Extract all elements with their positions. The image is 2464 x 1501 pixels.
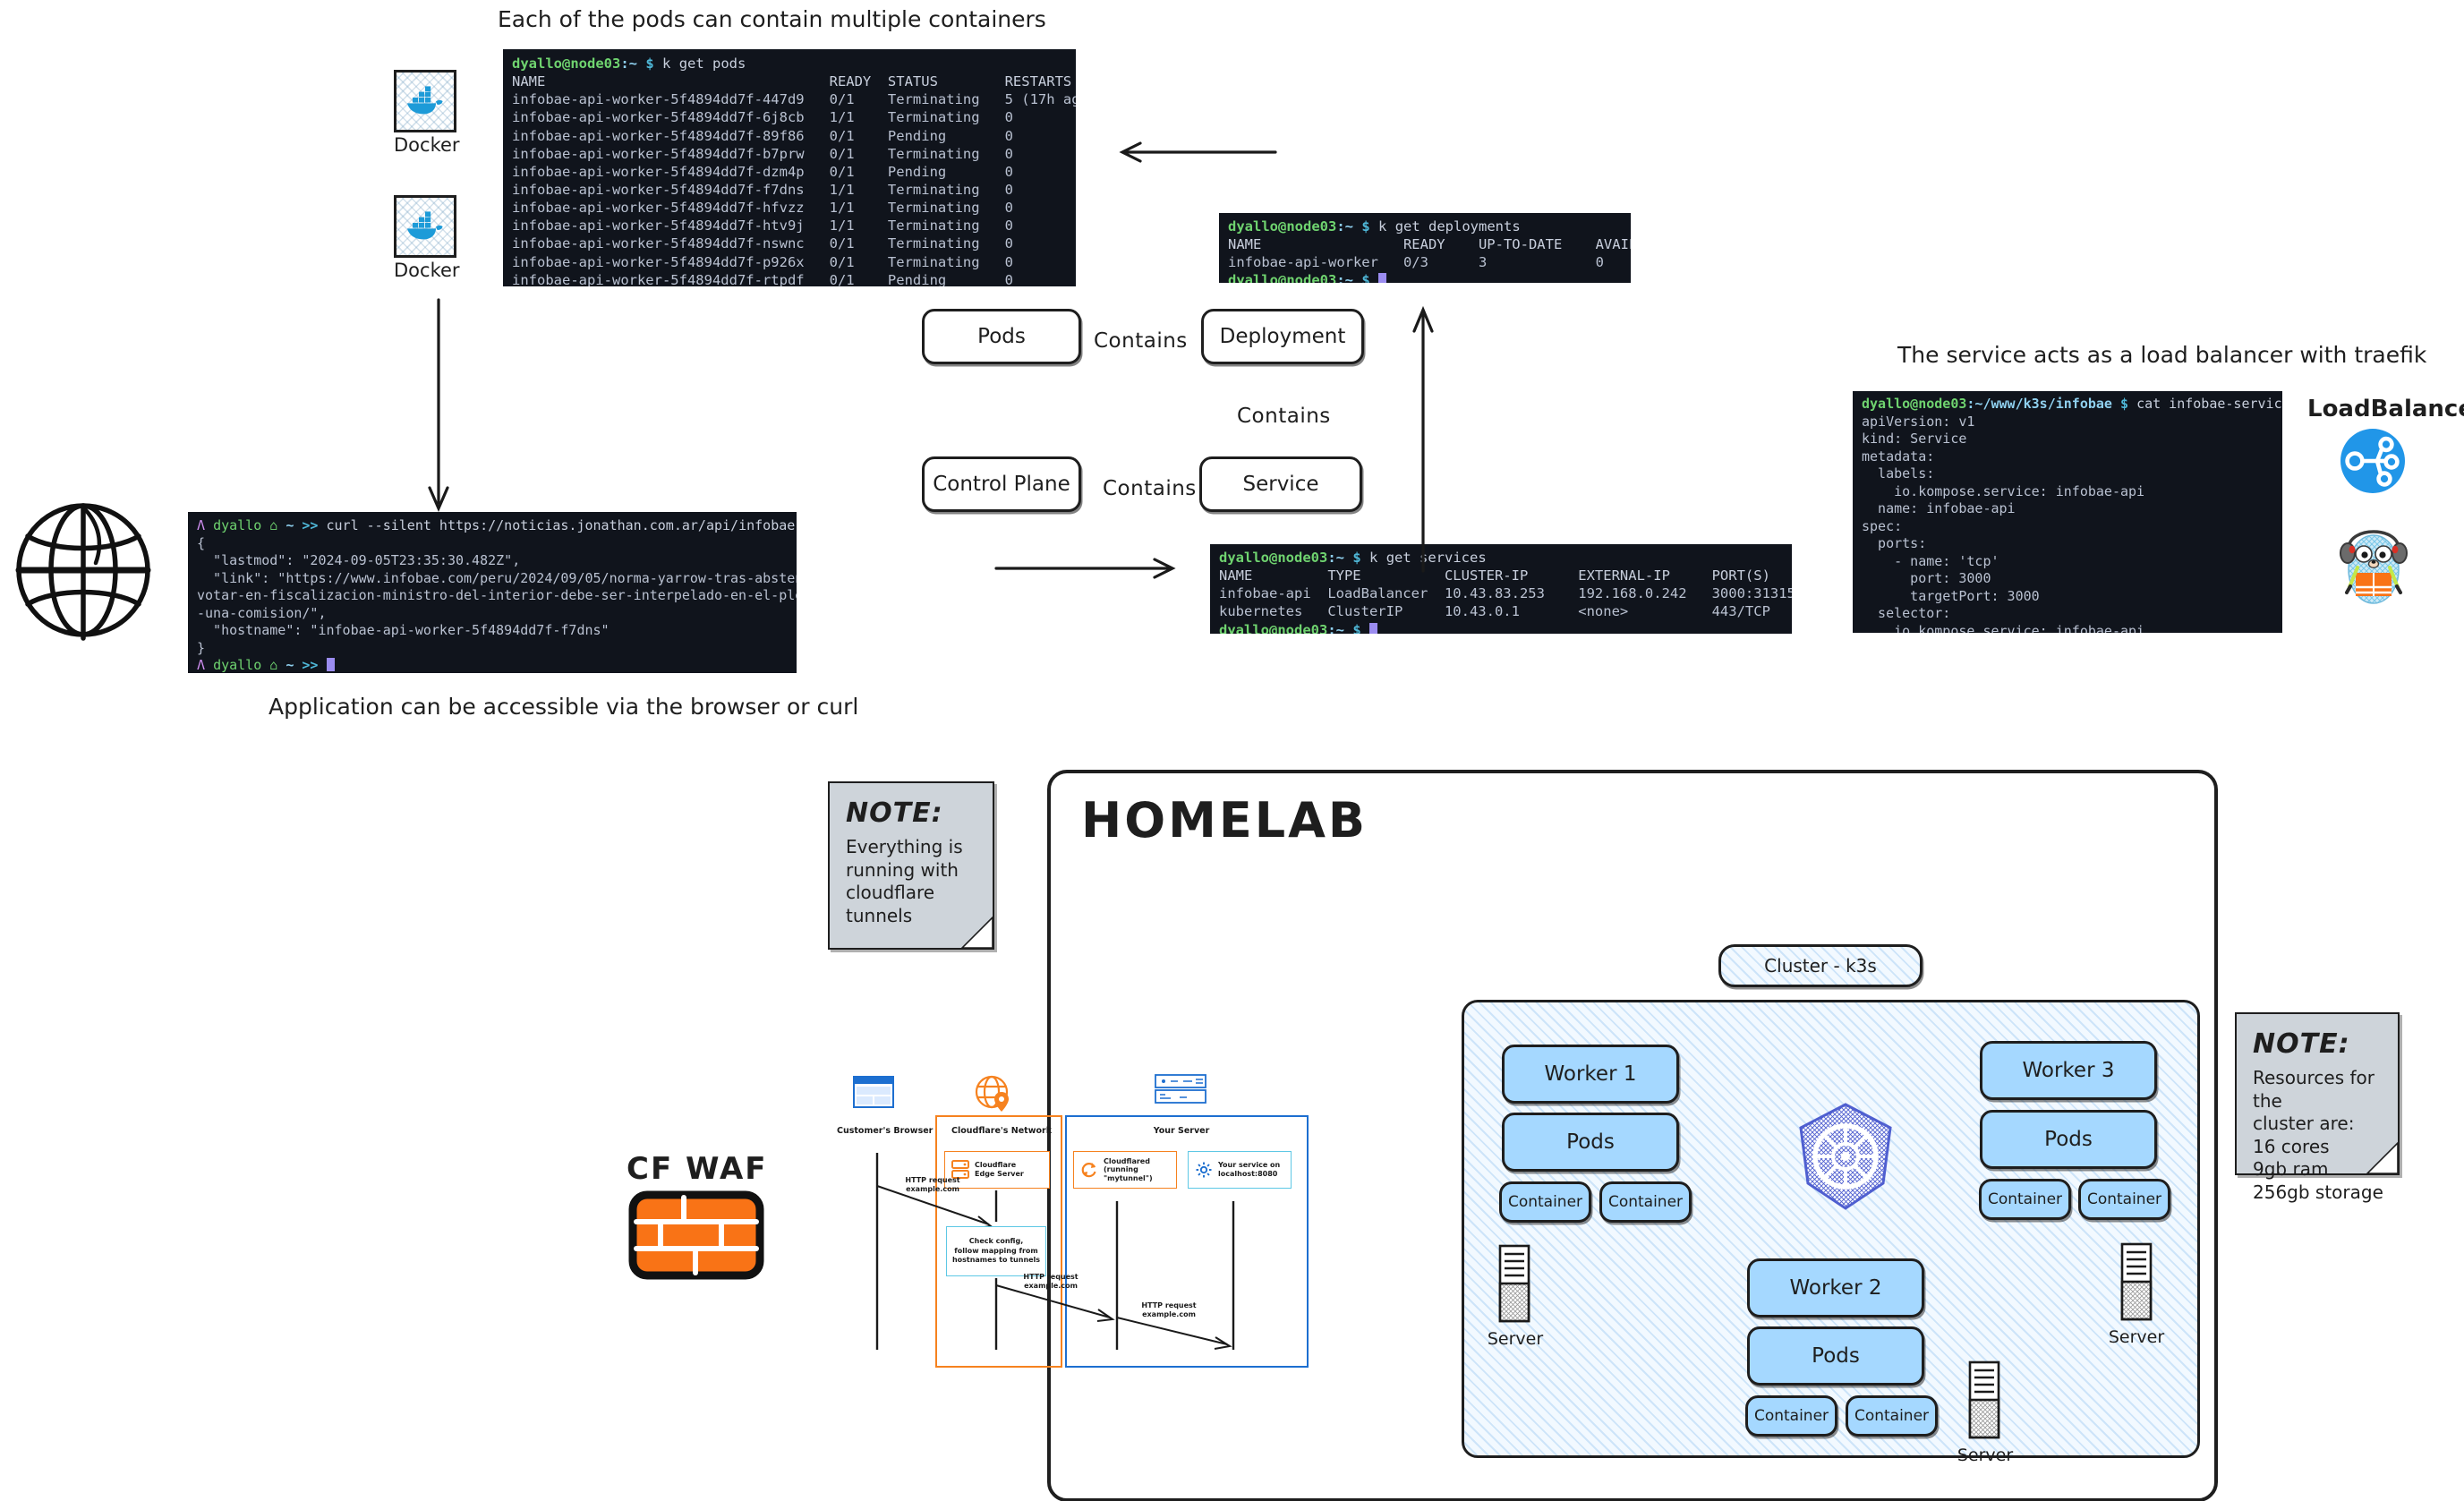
docker-label: Docker <box>394 134 460 156</box>
terminal-k-get-services[interactable]: dyallo@node03:~ $ k get services NAME TYP… <box>1210 544 1792 634</box>
concept-box-pods[interactable]: Pods <box>922 309 1081 364</box>
gear-icon <box>1196 1162 1212 1178</box>
sticky-note-title: NOTE: <box>846 797 943 829</box>
worker-3-box[interactable]: Worker 3 <box>1980 1041 2157 1100</box>
whiteboard-canvas: Each of the pods can contain multiple co… <box>0 0 2464 1501</box>
page-fold-corner <box>2367 1143 2398 1173</box>
traefik-gopher-icon <box>2334 517 2413 611</box>
container-label: Container <box>1987 1190 2063 1208</box>
cluster-k3s-label: Cluster - k3s <box>1764 955 1877 977</box>
worker-1-pods-label: Pods <box>1566 1130 1615 1154</box>
kubernetes-wheel-icon <box>1790 1101 1902 1217</box>
cf-waf-icon <box>628 1190 764 1284</box>
worker-1-pods-box[interactable]: Pods <box>1502 1113 1679 1172</box>
loadbalancer-label: LoadBalancer <box>2307 396 2464 422</box>
sticky-note-cluster-resources: NOTE: Resources for the cluster are: 16 … <box>2235 1012 2400 1203</box>
worker-2-container-2[interactable]: Container <box>1846 1395 1938 1437</box>
container-label: Container <box>1507 1193 1583 1211</box>
concept-box-control-plane-label: Control Plane <box>933 473 1070 496</box>
worker-2-pods-box[interactable]: Pods <box>1747 1326 1924 1386</box>
message-http-request-1: HTTP request example.com <box>905 1176 960 1193</box>
server-rack-icon <box>1155 1074 1206 1104</box>
docker-icon <box>394 195 456 258</box>
container-label: Container <box>1607 1193 1684 1211</box>
server-icon-2 <box>1967 1360 2001 1444</box>
worker-3-label: Worker 3 <box>2022 1059 2115 1082</box>
worker-2-label: Worker 2 <box>1789 1276 1882 1300</box>
cf-waf-label: CF WAF <box>627 1151 768 1187</box>
concept-box-service[interactable]: Service <box>1199 456 1362 512</box>
worker-3-container-1[interactable]: Container <box>1979 1179 2071 1220</box>
worker-2-pods-label: Pods <box>1812 1344 1860 1368</box>
server-icon-1 <box>1497 1244 1531 1327</box>
docker-label: Docker <box>394 260 460 281</box>
lane-caption-browser: Customer's Browser <box>837 1126 934 1136</box>
refresh-cycle-icon <box>1081 1163 1096 1178</box>
sticky-note-cloudflare-tunnels: NOTE: Everything is running with cloudfl… <box>828 781 994 950</box>
loadbalancer-icon <box>2340 428 2406 499</box>
worker-2-container-1[interactable]: Container <box>1745 1395 1837 1437</box>
terminal-k-get-pods[interactable]: dyallo@node03:~ $ k get pods NAME READY S… <box>503 49 1076 286</box>
node-label: Your service on localhost:8080 <box>1218 1161 1281 1178</box>
worker-1-box[interactable]: Worker 1 <box>1502 1045 1679 1104</box>
globe-icon <box>13 497 161 649</box>
sticky-note-body: Resources for the cluster are: 16 cores … <box>2253 1067 2383 1203</box>
container-label: Container <box>1854 1407 1930 1425</box>
docker-icon <box>394 70 456 132</box>
message-http-request-2: HTTP request example.com <box>1023 1273 1079 1290</box>
arrow-to-services-terminal <box>994 558 1176 579</box>
node-your-service: Your service on localhost:8080 <box>1188 1151 1292 1189</box>
node-cloudflared-tunnel: Cloudflared (running "mytunnel") <box>1073 1151 1177 1189</box>
worker-3-pods-box[interactable]: Pods <box>1980 1110 2157 1169</box>
container-label: Container <box>2086 1190 2162 1208</box>
annotation-service-load-balancer: The service acts as a load balancer with… <box>1897 342 2427 368</box>
server-label-2: Server <box>1957 1446 2014 1465</box>
page-fold-corner <box>962 917 993 948</box>
worker-3-container-2[interactable]: Container <box>2078 1179 2170 1220</box>
terminal-k-get-deployments[interactable]: dyallo@node03:~ $ k get deployments NAME … <box>1219 213 1631 283</box>
docker-whale-glyph <box>407 211 443 240</box>
edge-label-contains-3: Contains <box>1103 477 1197 500</box>
worker-2-box[interactable]: Worker 2 <box>1747 1258 1924 1318</box>
concept-box-control-plane[interactable]: Control Plane <box>922 456 1081 512</box>
edge-label-contains-2: Contains <box>1237 405 1331 428</box>
annotation-app-accessible: Application can be accessible via the br… <box>269 694 859 720</box>
browser-window-icon <box>853 1076 894 1108</box>
sticky-note-body: Everything is running with cloudflare tu… <box>846 836 963 926</box>
node-label: Cloudflared (running "mytunnel") <box>1104 1156 1153 1182</box>
concept-box-service-label: Service <box>1242 473 1319 496</box>
homelab-title: HOMELAB <box>1081 792 1368 849</box>
cloudflare-tunnel-sequence-diagram: Customer's Browser Cloudflare's Network … <box>837 1074 1309 1369</box>
worker-3-pods-label: Pods <box>2044 1128 2093 1151</box>
server-icon-3 <box>2119 1242 2153 1326</box>
concept-box-deployment-label: Deployment <box>1219 325 1346 348</box>
docker-whale-glyph <box>407 86 443 115</box>
server-label-1: Server <box>1487 1329 1544 1349</box>
concept-box-deployment[interactable]: Deployment <box>1201 309 1364 364</box>
terminal-curl-infobae[interactable]: Λ dyallo ⌂ ~ >> curl --silent https://no… <box>188 512 797 673</box>
worker-1-container-2[interactable]: Container <box>1599 1181 1692 1223</box>
arrow-pods-to-left <box>1119 141 1277 163</box>
node-label: Cloudflare Edge Server <box>975 1161 1024 1178</box>
concept-box-pods-label: Pods <box>977 325 1026 348</box>
cloudflare-globe-pin-icon <box>975 1075 1009 1112</box>
container-label: Container <box>1753 1407 1829 1425</box>
process-check-config: Check config, follow mapping from hostna… <box>946 1226 1046 1276</box>
docker-node-2: Docker <box>394 195 460 281</box>
cluster-k3s-label-box[interactable]: Cluster - k3s <box>1718 944 1923 987</box>
worker-1-label: Worker 1 <box>1544 1062 1637 1086</box>
edge-label-contains-1: Contains <box>1094 329 1188 353</box>
docker-node-1: Docker <box>394 70 460 156</box>
arrow-docker-to-curl <box>428 298 449 513</box>
worker-1-container-1[interactable]: Container <box>1499 1181 1591 1223</box>
arrow-service-to-deployment <box>1412 305 1434 573</box>
annotation-pods-multiple-containers: Each of the pods can contain multiple co… <box>498 6 1046 32</box>
message-http-request-3: HTTP request example.com <box>1141 1301 1197 1318</box>
terminal-cat-service-yaml[interactable]: dyallo@node03:~/www/k3s/infobae $ cat in… <box>1853 391 2282 633</box>
server-label-3: Server <box>2108 1327 2165 1347</box>
sticky-note-title: NOTE: <box>2253 1028 2350 1060</box>
